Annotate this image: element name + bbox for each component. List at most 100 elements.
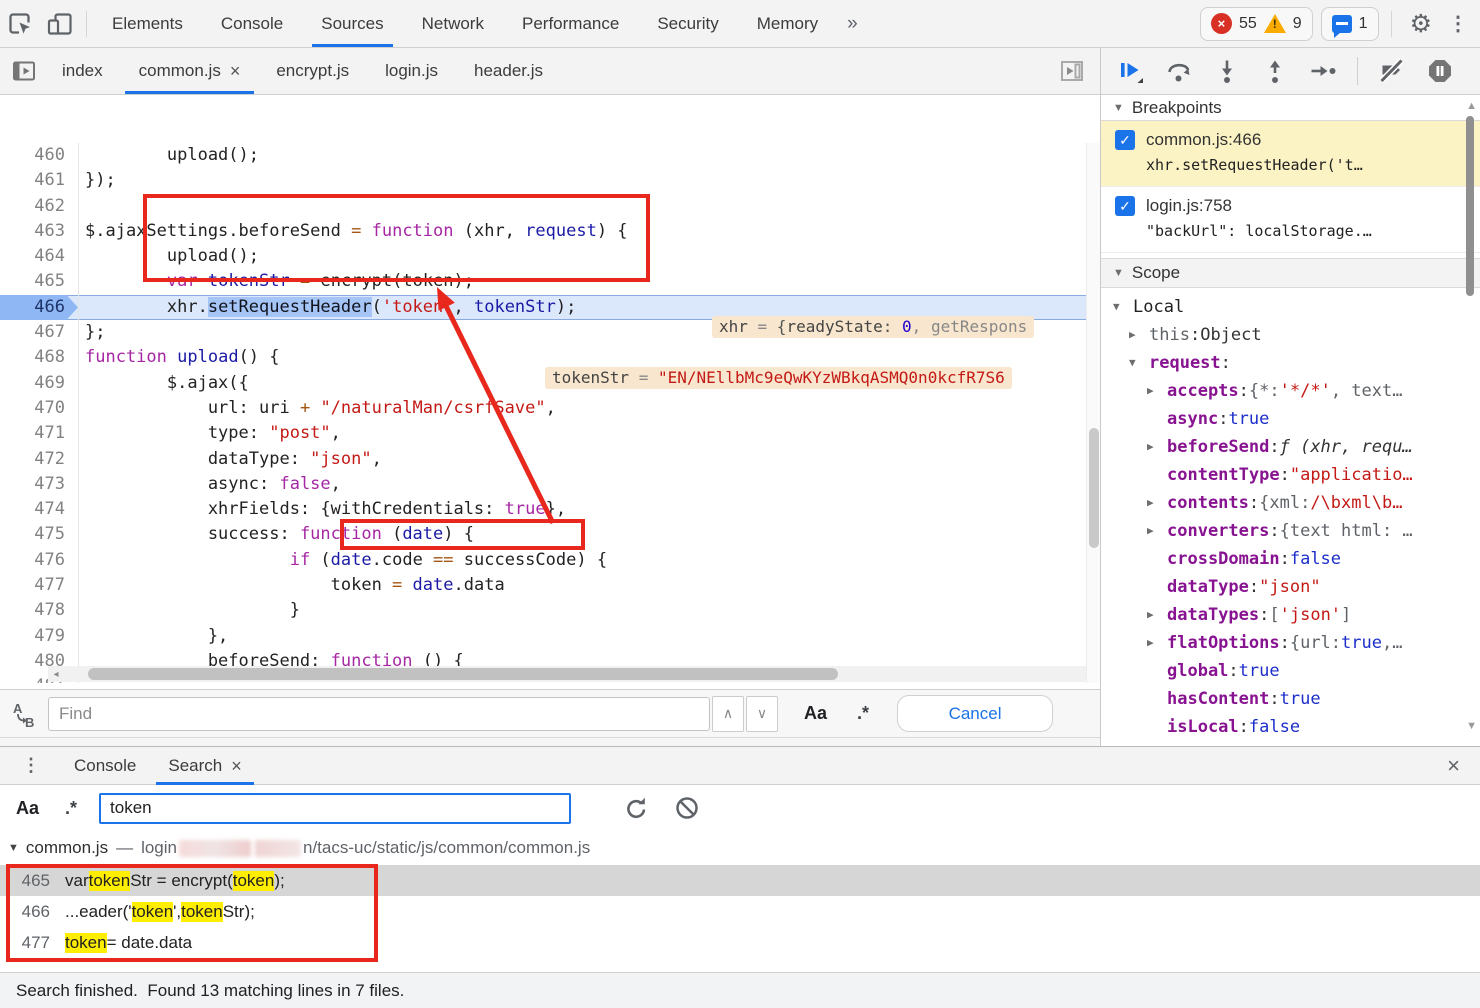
- line-number[interactable]: 460: [0, 143, 78, 168]
- breakpoints-section-header[interactable]: ▼ Breakpoints: [1101, 95, 1480, 121]
- more-options-icon[interactable]: ⋮: [1444, 11, 1480, 36]
- code-text[interactable]: function upload() {: [78, 345, 280, 370]
- scope-entry-request[interactable]: ▼ request:: [1101, 349, 1480, 377]
- open-editor-panel-icon[interactable]: [1052, 51, 1092, 91]
- find-next-button[interactable]: ∨: [746, 695, 778, 732]
- line-number[interactable]: 470: [0, 396, 78, 421]
- scroll-up-arrow-icon[interactable]: ▲: [1466, 100, 1477, 112]
- scope-section-header[interactable]: ▼ Scope: [1101, 258, 1480, 288]
- code-text[interactable]: upload();: [78, 143, 259, 168]
- tab-performance[interactable]: Performance: [503, 0, 638, 47]
- breakpoint-checkbox[interactable]: ✓: [1115, 130, 1135, 150]
- breakpoint-item[interactable]: ✓ login.js:758 "backUrl": localStorage.…: [1101, 187, 1480, 253]
- line-number[interactable]: 465: [0, 269, 78, 294]
- search-result-file-header[interactable]: ▼ common.js — login n/tacs-uc/static/js/…: [0, 831, 1480, 865]
- code-text[interactable]: if (date.code == successCode) {: [78, 548, 607, 573]
- drawer-tab-console[interactable]: Console: [58, 747, 152, 785]
- step-into-icon[interactable]: [1213, 58, 1241, 84]
- scope-entry-contenttype[interactable]: contentType: "applicatio…: [1101, 461, 1480, 489]
- drawer-menu-icon[interactable]: ⋮: [22, 755, 40, 776]
- line-number[interactable]: 473: [0, 472, 78, 497]
- inspect-element-icon[interactable]: [0, 4, 40, 44]
- more-panels-icon[interactable]: »: [837, 13, 868, 35]
- scope-entry-this[interactable]: ▶ this: Object: [1101, 321, 1480, 349]
- scrollbar-thumb[interactable]: [88, 668, 838, 680]
- deactivate-breakpoints-icon[interactable]: [1378, 58, 1406, 84]
- tab-elements[interactable]: Elements: [93, 0, 202, 47]
- expand-triangle-icon[interactable]: ▶: [1147, 433, 1167, 461]
- find-previous-button[interactable]: ∧: [712, 695, 744, 732]
- step-out-icon[interactable]: [1261, 58, 1289, 84]
- find-input[interactable]: [48, 696, 710, 731]
- editor-vertical-scrollbar[interactable]: [1086, 143, 1100, 683]
- pause-on-exceptions-icon[interactable]: [1426, 58, 1454, 84]
- find-replace-icon[interactable]: AB: [0, 700, 48, 728]
- step-icon[interactable]: [1309, 58, 1337, 84]
- scope-entry-datatype[interactable]: dataType: "json": [1101, 573, 1480, 601]
- close-tab-icon[interactable]: ×: [231, 757, 242, 775]
- file-tab-login.js[interactable]: login.js: [367, 48, 456, 94]
- expand-triangle-icon[interactable]: ▶: [1147, 517, 1167, 545]
- refresh-search-icon[interactable]: [623, 795, 650, 822]
- code-text[interactable]: [78, 194, 85, 219]
- scope-entry-accepts[interactable]: ▶ accepts: {*: '*/*', text…: [1101, 377, 1480, 405]
- code-text[interactable]: type: "post",: [78, 421, 341, 446]
- line-number[interactable]: 467: [0, 320, 78, 345]
- drawer-tab-search[interactable]: Search ×: [152, 747, 257, 785]
- code-text[interactable]: xhrFields: {withCredentials: true},: [78, 497, 566, 522]
- scope-entry-converters[interactable]: ▶ converters: {text html: …: [1101, 517, 1480, 545]
- scope-entry-flatoptions[interactable]: ▶ flatOptions: {url: true,…: [1101, 629, 1480, 657]
- tab-security[interactable]: Security: [638, 0, 737, 47]
- search-result-line-477[interactable]: 477 token = date.data: [0, 927, 1480, 958]
- sidebar-scrollbar-thumb[interactable]: [1466, 116, 1474, 296]
- code-text[interactable]: async: false,: [78, 472, 341, 497]
- search-regex-toggle[interactable]: .*: [65, 798, 77, 819]
- line-number[interactable]: 478: [0, 598, 78, 623]
- close-tab-icon[interactable]: ×: [230, 62, 241, 80]
- code-text[interactable]: dataType: "json",: [78, 447, 382, 472]
- code-text[interactable]: $.ajax({: [78, 371, 249, 396]
- breakpoint-item[interactable]: ✓ common.js:466 xhr.setRequestHeader('t…: [1101, 121, 1480, 187]
- scope-entry-beforesend[interactable]: ▶ beforeSend: ƒ (xhr, requ…: [1101, 433, 1480, 461]
- editor-horizontal-scrollbar[interactable]: ◂: [48, 666, 1086, 682]
- code-text[interactable]: var tokenStr = encrypt(token);: [78, 269, 474, 294]
- resume-icon[interactable]: [1117, 58, 1145, 84]
- line-number[interactable]: 464: [0, 244, 78, 269]
- code-text[interactable]: upload();: [78, 244, 259, 269]
- scope-entry-islocal[interactable]: isLocal: false: [1101, 713, 1480, 741]
- expand-triangle-icon[interactable]: ▶: [1147, 629, 1167, 657]
- step-over-icon[interactable]: [1165, 58, 1193, 84]
- file-tab-header.js[interactable]: header.js: [456, 48, 561, 94]
- match-case-toggle[interactable]: Aa: [804, 703, 827, 724]
- line-number[interactable]: 474: [0, 497, 78, 522]
- line-number[interactable]: 471: [0, 421, 78, 446]
- tab-console[interactable]: Console: [202, 0, 302, 47]
- close-drawer-icon[interactable]: ×: [1447, 753, 1460, 779]
- expand-triangle-icon[interactable]: ▼: [1113, 293, 1133, 321]
- code-text[interactable]: url: uri + "/naturalMan/csrfSave",: [78, 396, 556, 421]
- line-number[interactable]: 468: [0, 345, 78, 370]
- scope-entry-local[interactable]: ▼ Local: [1101, 293, 1480, 321]
- file-tab-encrypt.js[interactable]: encrypt.js: [258, 48, 367, 94]
- code-text[interactable]: token = date.data: [78, 573, 505, 598]
- search-result-line-466[interactable]: 466 ...eader(' token ', token Str);: [0, 896, 1480, 927]
- line-number[interactable]: 469: [0, 371, 78, 396]
- tab-network[interactable]: Network: [403, 0, 503, 47]
- file-tab-common.js[interactable]: common.js ×: [120, 48, 259, 94]
- scope-entry-contents[interactable]: ▶ contents: {xml: /\bxml\b…: [1101, 489, 1480, 517]
- breakpoint-checkbox[interactable]: ✓: [1115, 196, 1135, 216]
- expand-triangle-icon[interactable]: ▶: [1147, 377, 1167, 405]
- line-number[interactable]: 479: [0, 624, 78, 649]
- clear-search-icon[interactable]: [674, 795, 700, 821]
- line-number[interactable]: 472: [0, 447, 78, 472]
- cancel-button[interactable]: Cancel: [897, 695, 1054, 732]
- scope-entry-crossdomain[interactable]: crossDomain: false: [1101, 545, 1480, 573]
- code-text[interactable]: },: [78, 624, 228, 649]
- show-navigator-icon[interactable]: [4, 51, 44, 91]
- line-number[interactable]: 476: [0, 548, 78, 573]
- search-result-line-465[interactable]: 465 var token Str = encrypt(token);: [0, 865, 1480, 896]
- scope-entry-hascontent[interactable]: hasContent: true: [1101, 685, 1480, 713]
- regex-toggle[interactable]: .*: [857, 703, 869, 724]
- line-number[interactable]: 477: [0, 573, 78, 598]
- expand-triangle-icon[interactable]: ▼: [1129, 349, 1149, 377]
